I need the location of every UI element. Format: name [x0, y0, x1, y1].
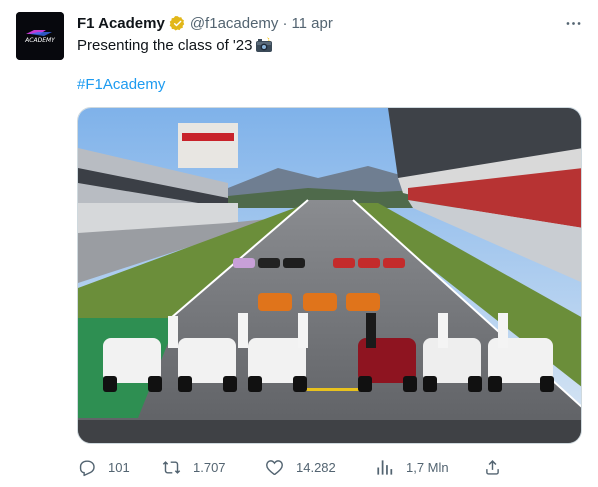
avatar-logo-text: ACADEMY: [24, 37, 56, 44]
more-options-icon[interactable]: [562, 12, 584, 34]
author-name[interactable]: F1 Academy: [77, 15, 165, 32]
avatar[interactable]: ACADEMY: [16, 12, 64, 60]
verified-badge-icon[interactable]: [169, 15, 186, 32]
tweet-date[interactable]: 11 apr: [291, 15, 332, 32]
reply-button[interactable]: 101: [77, 456, 130, 478]
like-button[interactable]: 14.282: [265, 456, 336, 478]
author-handle[interactable]: @f1academy: [190, 15, 279, 32]
race-car-grid-photo: [78, 108, 581, 443]
reply-icon: [79, 459, 95, 476]
share-button[interactable]: [483, 456, 514, 478]
tweet-header: F1 Academy @f1academy · 11 apr: [77, 13, 333, 33]
tweet-text: Presenting the class of '23: [77, 37, 253, 54]
heart-icon: [266, 459, 283, 475]
views-chart-icon: [377, 459, 393, 475]
tweet-text-line: Presenting the class of '23: [77, 36, 273, 56]
views-button[interactable]: 1,7 Mln: [375, 456, 449, 478]
tweet[interactable]: ACADEMY F1 Academy @f1academy · 11 apr P…: [0, 0, 598, 487]
separator-dot: ·: [282, 14, 288, 32]
tweet-actions: 101 1.707 14.282 1,7 Mln: [77, 456, 507, 478]
reply-count: 101: [108, 459, 130, 475]
retweet-count: 1.707: [193, 459, 226, 475]
share-icon: [486, 459, 499, 475]
tweet-image[interactable]: [77, 107, 582, 444]
hashtag-link[interactable]: #F1Academy: [77, 76, 165, 93]
views-count: 1,7 Mln: [406, 459, 449, 475]
retweet-icon: [162, 460, 181, 474]
camera-flash-icon: [255, 37, 273, 53]
retweet-button[interactable]: 1.707: [162, 456, 226, 478]
like-count: 14.282: [296, 459, 336, 475]
